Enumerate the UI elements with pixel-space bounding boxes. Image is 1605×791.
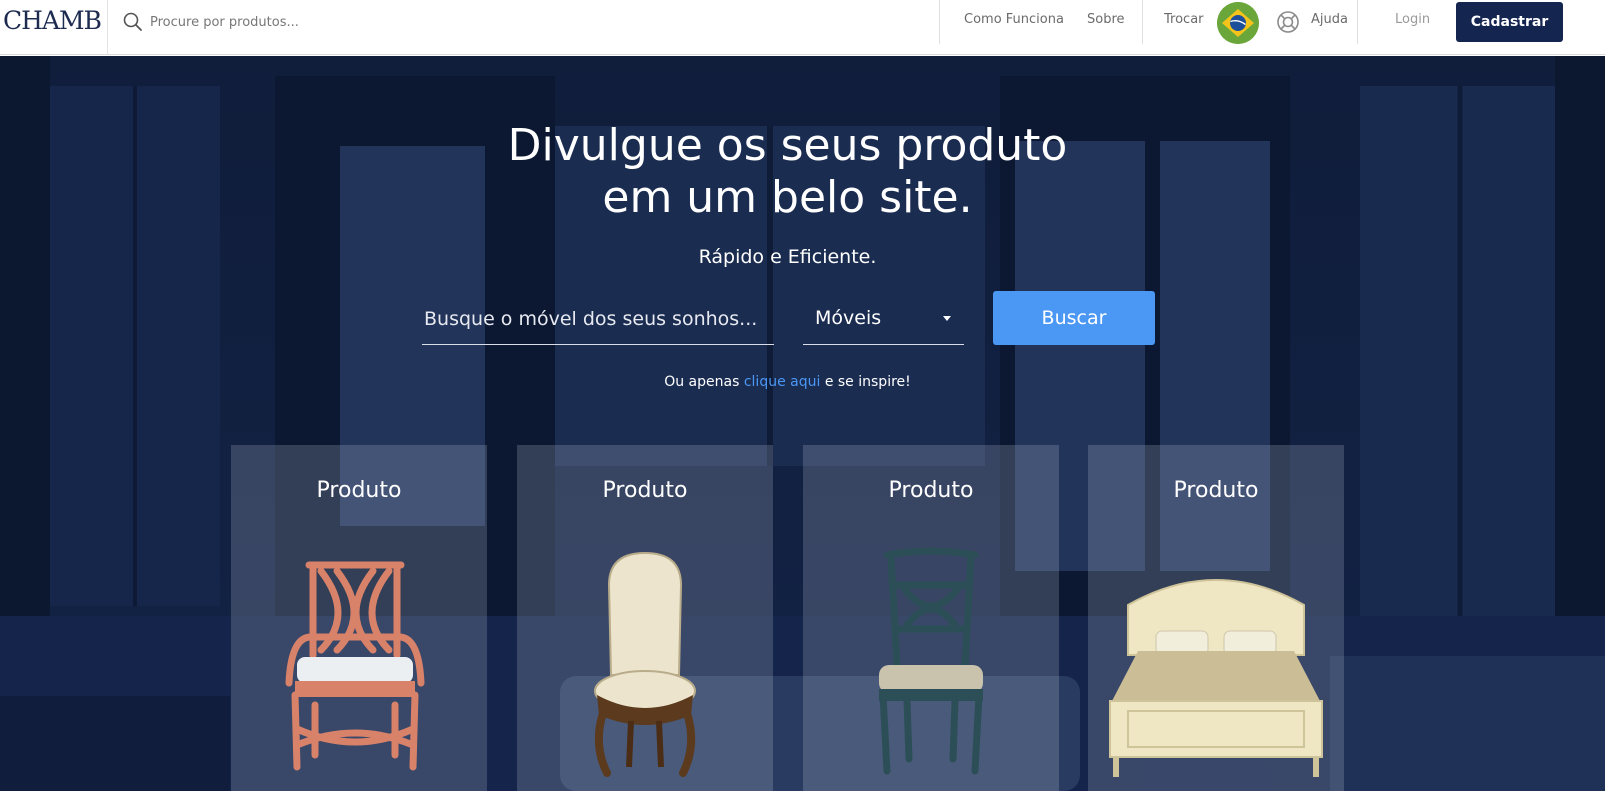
top-navbar: CHAMB Como Funciona Sobre Trocar Ajuda L… [0,0,1605,55]
logo[interactable]: CHAMB [3,6,102,35]
nav-sobre[interactable]: Sobre [1087,12,1125,27]
category-select-value: Móveis [815,307,882,329]
product-title: Produto [1173,478,1259,503]
product-card[interactable]: Produto [803,445,1059,791]
hero-title-line: Divulgue os seus produto [507,120,1068,171]
lifebuoy-icon[interactable] [1276,10,1300,34]
product-card[interactable]: Produto [1088,445,1344,791]
category-select[interactable]: Móveis [803,293,964,345]
search-icon[interactable] [122,11,144,33]
dining-chair-image [879,547,983,775]
inspire-link[interactable]: clique aqui [744,374,821,390]
product-title: Produto [316,478,402,503]
inspiration-hint: Ou apenas clique aqui e se inspire! [0,374,1575,390]
nav-ajuda[interactable]: Ajuda [1311,12,1348,27]
hero-subtitle: Rápido e Eficiente. [698,246,877,268]
product-search-input[interactable] [422,293,774,345]
nav-trocar[interactable]: Trocar [1164,12,1204,27]
hint-text: Ou apenas [664,374,740,390]
armchair-image [285,561,425,771]
search-input[interactable] [150,10,550,34]
divider [1357,0,1358,44]
side-chair-image [594,551,696,777]
brazil-flag-icon[interactable] [1217,2,1259,44]
product-card[interactable]: Produto [231,445,487,791]
divider [107,0,108,55]
caret-down-icon [943,316,951,321]
search-button[interactable]: Buscar [993,291,1155,345]
product-title: Produto [888,478,974,503]
divider [939,0,940,44]
product-card[interactable]: Produto [517,445,773,791]
hero-title: Divulgue os seus produto em um belo site… [0,120,1575,224]
login-link[interactable]: Login [1395,12,1430,27]
bed-image [1109,579,1323,777]
product-title: Produto [602,478,688,503]
hero-title-line: em um belo site. [602,172,973,223]
nav-como-funciona[interactable]: Como Funciona [964,12,1064,27]
signup-button[interactable]: Cadastrar [1456,2,1563,42]
divider [1142,0,1143,44]
hero-section: Divulgue os seus produto em um belo site… [0,56,1605,791]
hint-text: e se inspire! [824,374,911,390]
